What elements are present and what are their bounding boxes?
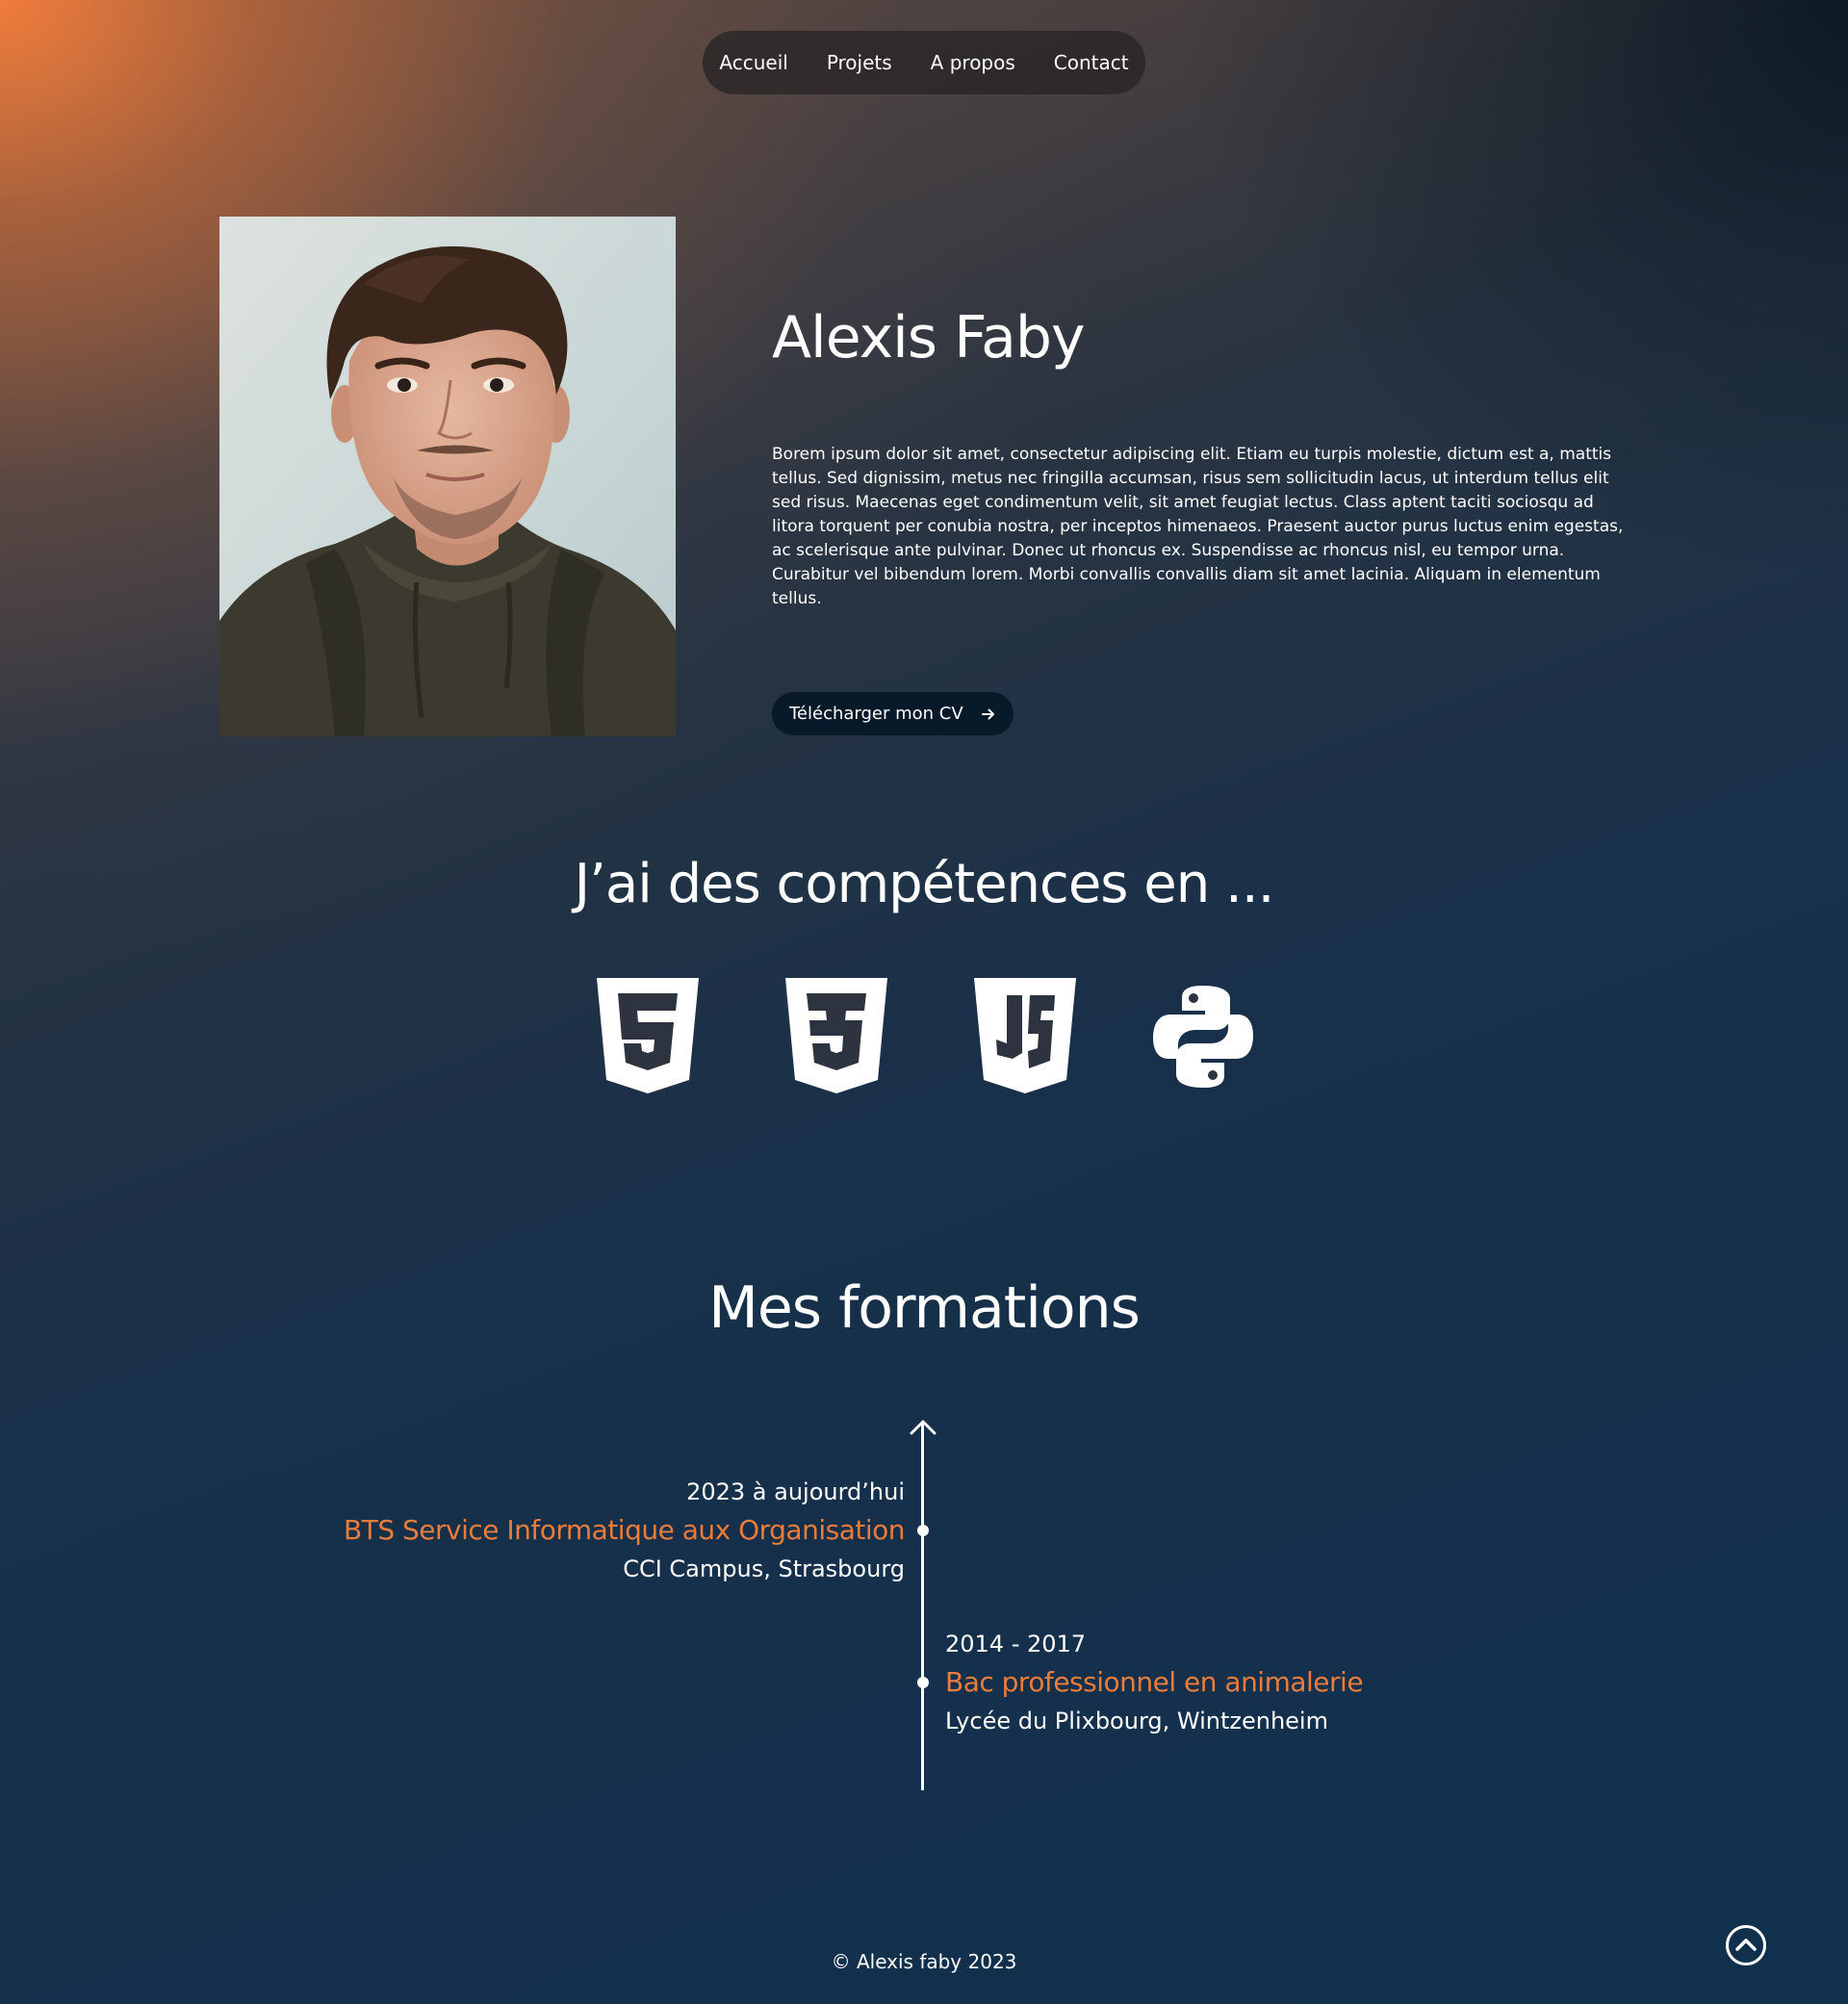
formation-item: 2014 - 2017 Bac professionnel en animale… [945, 1628, 1364, 1737]
nav-item-contact[interactable]: Contact [1054, 51, 1129, 74]
scroll-to-top-icon[interactable] [1725, 1924, 1767, 1966]
timeline-dot [917, 1525, 929, 1536]
javascript-icon [974, 978, 1076, 1093]
css3-icon [785, 978, 887, 1093]
timeline-dot [917, 1677, 929, 1688]
timeline-arrow-icon [910, 1420, 937, 1435]
formation-title: Bac professionnel en animalerie [945, 1666, 1364, 1698]
arrow-right-icon [982, 708, 994, 719]
formation-school: CCI Campus, Strasbourg [623, 1555, 905, 1582]
nav-item-accueil[interactable]: Accueil [719, 51, 787, 74]
hero-bio: Borem ipsum dolor sit amet, consectetur … [772, 445, 1624, 608]
formation-title: BTS Service Informatique aux Organisatio… [344, 1514, 906, 1546]
python-icon [1153, 986, 1253, 1088]
main-nav: Accueil Projets A propos Contact [703, 31, 1145, 94]
skills-title: J’ai des compétences en ... [574, 853, 1275, 915]
nav-item-a-propos[interactable]: A propos [931, 51, 1015, 74]
hero-name: Alexis Faby [772, 304, 1085, 372]
formations-title: Mes formations [708, 1274, 1141, 1342]
download-cv-button[interactable]: Télécharger mon CV [772, 692, 1014, 735]
download-cv-label: Télécharger mon CV [789, 704, 963, 724]
formation-date: 2014 - 2017 [945, 1631, 1087, 1657]
profile-photo [219, 217, 676, 736]
formation-date: 2023 à aujourd’hui [686, 1478, 905, 1505]
nav-item-projets[interactable]: Projets [827, 51, 892, 74]
timeline-line [921, 1423, 924, 1790]
skills-icons [597, 978, 1253, 1093]
formation-item: 2023 à aujourd’hui BTS Service Informati… [344, 1476, 906, 1585]
formation-school: Lycée du Plixbourg, Wintzenheim [945, 1708, 1328, 1734]
html5-icon [597, 978, 699, 1093]
footer-copyright: © Alexis faby 2023 [831, 1950, 1017, 1973]
